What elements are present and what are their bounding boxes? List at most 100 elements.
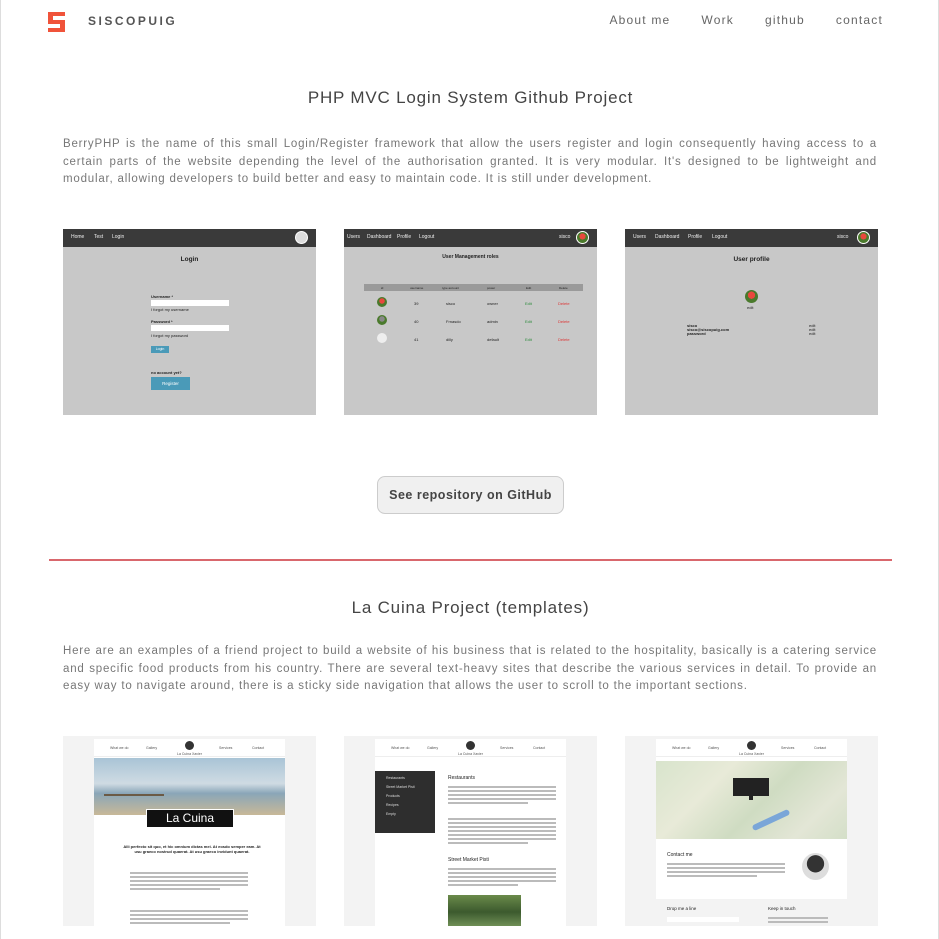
screenshot-nav-profile: Profile: [397, 234, 412, 240]
screenshot-navbar: Users Dashboard Profile Logout sisco: [625, 229, 878, 247]
screenshot-user-management[interactable]: Users Dashboard Profile Logout sisco Use…: [344, 229, 597, 415]
template-home[interactable]: What we do Gallery La Cuina Xavier Servi…: [63, 736, 316, 926]
nav-github[interactable]: github: [765, 13, 805, 27]
text-line: [130, 880, 248, 882]
text-line: [667, 871, 785, 873]
see-repository-button[interactable]: See repository on GitHub: [377, 476, 564, 514]
text-line: [130, 876, 248, 878]
profile-avatar-icon: [745, 290, 758, 303]
screenshot-cell-delete: Delete: [558, 319, 570, 324]
text-line: [667, 867, 785, 869]
screenshot-cell: owner: [487, 301, 498, 306]
contact-avatar-icon: [802, 853, 829, 880]
screenshot-cell: Frnasdo: [446, 319, 461, 324]
screenshot-username-label: Username *: [151, 294, 174, 299]
side-menu-item: Products: [386, 794, 400, 798]
template-brand: La Cuina Xavier: [739, 752, 764, 756]
screenshot-cell: 39: [414, 301, 419, 306]
side-menu-item: Restaurants: [386, 776, 405, 780]
template-drop-line: Drop me a line: [667, 906, 697, 911]
text-line: [130, 888, 220, 890]
nav-contact[interactable]: contact: [836, 13, 883, 27]
nav-work[interactable]: Work: [701, 13, 734, 27]
screenshot-th-username: username: [410, 286, 424, 290]
text-line: [448, 798, 556, 800]
section-description-la-cuina: Here are an examples of a friend project…: [63, 645, 877, 692]
text-line: [448, 826, 556, 828]
screenshot-nav-home: Home: [71, 234, 85, 240]
screenshot-cell: admin: [487, 319, 498, 324]
screenshot-th-id: id: [381, 286, 384, 290]
screenshot-cell: 41: [414, 337, 419, 342]
brand-logo-icon[interactable]: [45, 10, 69, 34]
text-line: [448, 834, 556, 836]
brand-name[interactable]: SISCOPUIG: [88, 14, 177, 28]
screenshot-nav-users: Users: [347, 234, 361, 240]
template-section-heading: Restaurants: [448, 775, 475, 781]
avatar-icon: [857, 231, 870, 244]
screenshot-password-label: Password *: [151, 319, 173, 324]
user-avatar-icon: [377, 297, 387, 307]
avatar-icon: [295, 231, 308, 244]
site-header: SISCOPUIG About me Work github contact: [1, 0, 938, 44]
template-nav-item: What we do: [110, 746, 129, 750]
template-page: What we do Gallery La Cuina Xavier Servi…: [656, 739, 847, 926]
screenshot-profile-field: password: [687, 331, 706, 336]
screenshot-login[interactable]: Home Test Login Login Username * I forgo…: [63, 229, 316, 415]
text-line: [448, 842, 528, 844]
screenshot-cell: 40: [414, 319, 419, 324]
template-logo-icon: [747, 741, 756, 750]
template-contact[interactable]: What we do Gallery La Cuina Xavier Servi…: [625, 736, 878, 926]
screenshot-password-field: [151, 325, 229, 331]
screenshot-cell-delete: Delete: [558, 337, 570, 342]
text-line: [130, 922, 230, 924]
text-line: [448, 802, 528, 804]
section-description-php-mvc: BerryPHP is the name of this small Login…: [63, 138, 877, 185]
screenshot-cell-edit: Edit: [525, 319, 532, 324]
screenshot-profile-title: User profile: [733, 256, 770, 263]
template-nav-item: Gallery: [146, 746, 158, 750]
screenshot-table-header: [364, 284, 583, 291]
screenshot-nav-dashboard: Dashboard: [367, 234, 392, 240]
screenshot-th-power: power: [487, 286, 496, 290]
screenshot-no-account: no account yet?: [151, 370, 182, 375]
text-line: [448, 830, 556, 832]
template-photo: [448, 895, 521, 926]
screenshot-username-field: [151, 300, 229, 306]
template-nav-item: Services: [219, 746, 233, 750]
text-line: [667, 875, 757, 877]
template-sidenav[interactable]: What we do Gallery La Cuina Xavier Servi…: [344, 736, 597, 926]
text-line: [130, 910, 248, 912]
screenshot-nav-users: Users: [633, 234, 647, 240]
template-page: What we do Gallery La Cuina Xavier Servi…: [375, 739, 566, 926]
screenshot-cell: sisco: [446, 301, 456, 306]
pier-shape: [104, 794, 164, 796]
template-page: What we do Gallery La Cuina Xavier Servi…: [94, 739, 285, 926]
screenshot-cell-edit: Edit: [525, 301, 532, 306]
text-line: [130, 884, 248, 886]
text-line: [448, 822, 556, 824]
avatar-icon: [576, 231, 589, 244]
screenshot-login-title: Login: [180, 256, 199, 263]
text-line: [130, 872, 248, 874]
template-navbar: What we do Gallery La Cuina Xavier Servi…: [656, 739, 847, 757]
map-river: [751, 808, 791, 832]
nav-about-me[interactable]: About me: [609, 13, 670, 27]
side-menu-item: Empty: [386, 812, 396, 816]
template-side-menu: Restaurants Street Market Pisti Products…: [375, 771, 435, 833]
template-nav-item: What we do: [672, 746, 691, 750]
text-line: [667, 863, 785, 865]
screenshot-nav-logout: Logout: [419, 234, 435, 240]
text-line: [448, 880, 556, 882]
template-logo-icon: [466, 741, 475, 750]
template-banner-text: La Cuina: [146, 809, 234, 828]
screenshot-user-profile[interactable]: Users Dashboard Profile Logout sisco Use…: [625, 229, 878, 415]
template-hero-image: [94, 758, 285, 815]
text-line: [768, 921, 828, 923]
screenshot-nav-profile: Profile: [688, 234, 703, 240]
screenshot-navbar: Home Test Login: [63, 229, 316, 247]
screenshot-forgot-username: I forgot my username: [151, 307, 189, 312]
screenshot-th-edit: Edit: [526, 286, 532, 290]
screenshot-cell: default: [487, 337, 500, 342]
side-menu-item: Recipes: [386, 803, 399, 807]
